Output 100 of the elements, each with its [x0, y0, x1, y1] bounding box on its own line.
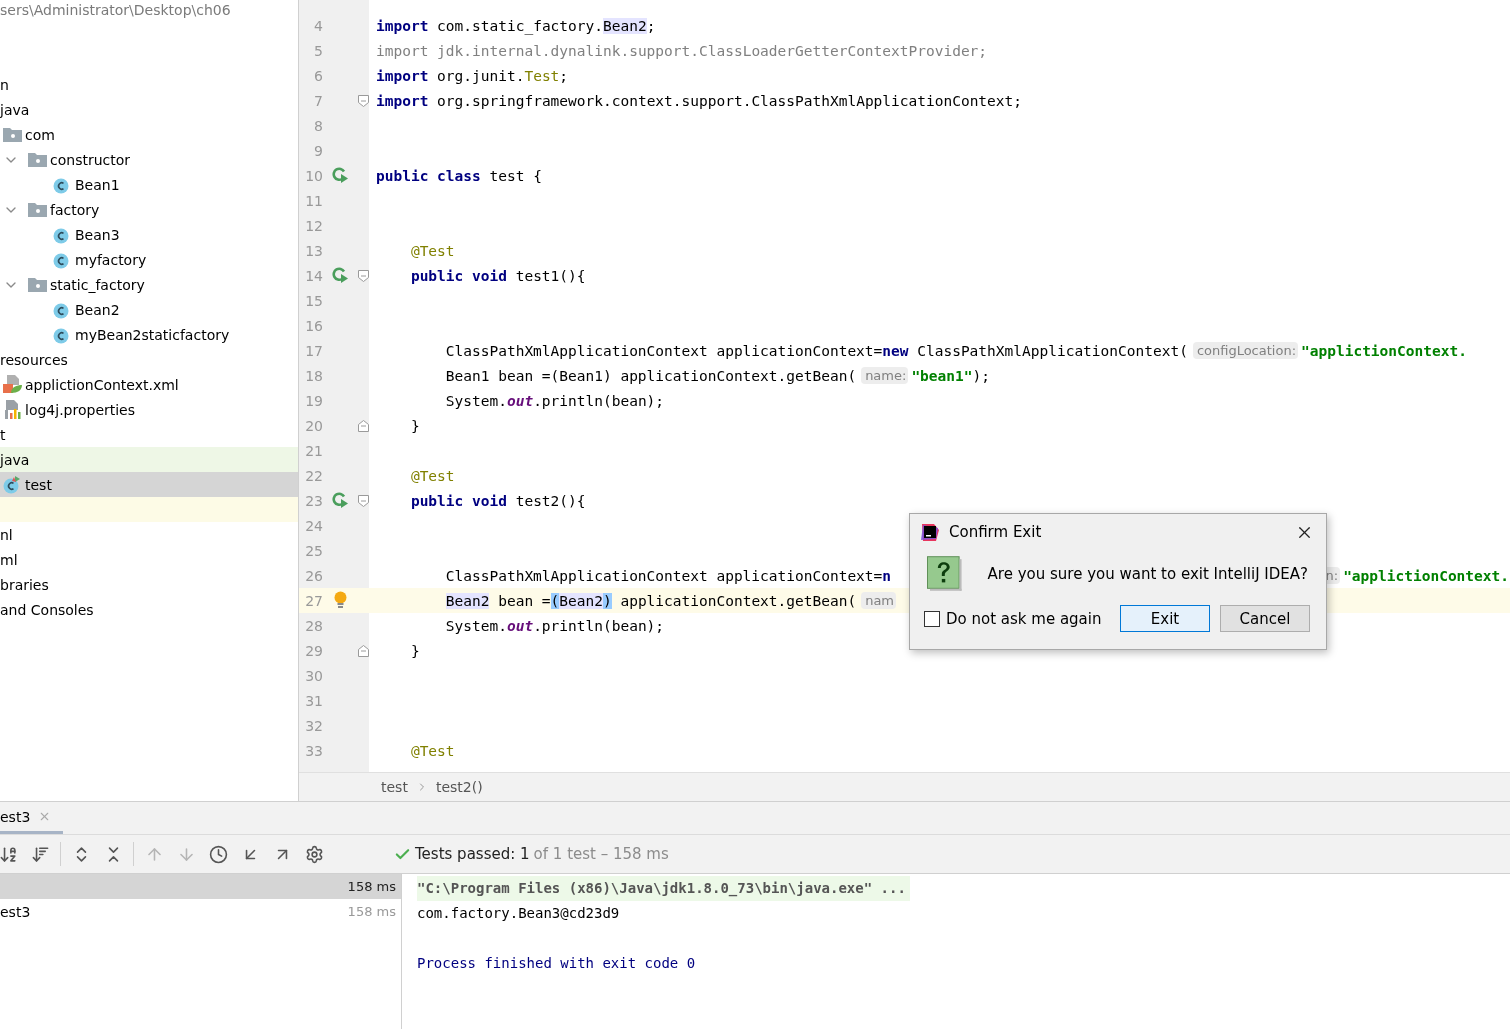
question-icon [927, 556, 962, 591]
fold-marker-icon[interactable] [357, 644, 369, 657]
tree-item[interactable]: nl [0, 522, 298, 547]
line-number: 22 [304, 467, 323, 484]
line-number: 23 [304, 492, 323, 509]
code-line: public class test { [375, 167, 542, 184]
code-line: Bean1 bean =(Bean1) applicationContext.getBean( name: "bean1"); [444, 367, 990, 384]
test-result-row[interactable]: 158 ms [0, 874, 401, 899]
code-line: System.out.println(bean); [444, 392, 665, 409]
code-line: import org.junit.Test; [375, 67, 569, 84]
tree-item[interactable]: test [0, 472, 298, 497]
line-number: 16 [304, 317, 323, 334]
dialog-button[interactable]: Cancel [1220, 605, 1310, 632]
tree-item[interactable]: myfactory [0, 247, 298, 272]
tree-item[interactable]: static_factory [0, 272, 298, 297]
tree-item[interactable]: factory [0, 197, 298, 222]
line-number: 28 [304, 617, 323, 634]
tree-item[interactable]: and Consoles [0, 597, 298, 622]
tree-item[interactable]: myBean2staticfactory [0, 322, 298, 347]
tree-item[interactable]: Bean3 [0, 222, 298, 247]
properties-file-icon [3, 400, 21, 419]
test-duration: 158 ms [347, 879, 396, 894]
tree-item[interactable]: t [0, 422, 298, 447]
tree-item[interactable]: ml [0, 547, 298, 572]
line-number: 26 [304, 567, 323, 584]
fold-marker-icon[interactable] [357, 269, 369, 282]
line-number: 25 [304, 542, 323, 559]
line-number: 12 [304, 217, 323, 234]
tree-item[interactable]: applictionContext.xml [0, 372, 298, 397]
project-path: sers\Administrator\Desktop\ch06 [0, 1, 232, 20]
code-line: @Test [409, 467, 455, 484]
line-number: 27 [304, 592, 323, 609]
line-number: 11 [304, 192, 323, 209]
run-icon[interactable] [331, 267, 349, 284]
code-line: ClassPathXmlApplicationContext applicationContext=new ClassPathXmlApplicationContext( configLocation: "applictionContext. [444, 342, 1468, 359]
line-number: 4 [313, 17, 323, 34]
dialog-button[interactable]: Exit [1120, 605, 1210, 632]
tree-item[interactable]: n [0, 72, 298, 97]
line-number: 13 [304, 242, 323, 259]
line-number: 29 [304, 642, 323, 659]
line-number: 8 [313, 117, 323, 134]
console-line: com.factory.Bean3@cd23d9 [417, 904, 620, 923]
xml-file-icon [3, 375, 23, 394]
test-result-row[interactable]: est3 158 ms [0, 899, 401, 924]
console-line: Process finished with exit code 0 [417, 954, 696, 973]
test-name: est3 [0, 903, 31, 920]
line-number: 9 [313, 142, 323, 159]
line-number: 30 [304, 667, 323, 684]
dialog-message: Are you sure you want to exit IntelliJ IDEA? [987, 564, 1308, 583]
code-line: @Test [409, 242, 455, 259]
do-not-ask-checkbox[interactable]: Do not ask me again [924, 609, 1110, 628]
code-line: import jdk.internal.dynalink.support.ClassLoaderGetterContextProvider; [375, 42, 988, 59]
line-number: 17 [304, 342, 323, 359]
line-number: 15 [304, 292, 323, 309]
run-icon[interactable] [331, 167, 349, 184]
tree-item[interactable]: braries [0, 572, 298, 597]
line-number: 14 [304, 267, 323, 284]
tree-item[interactable]: java [0, 97, 298, 122]
tree-item[interactable]: java [0, 447, 298, 472]
fold-marker-icon[interactable] [357, 494, 369, 507]
tree-item[interactable]: Bean2 [0, 297, 298, 322]
run-icon[interactable] [331, 492, 349, 509]
line-number: 10 [304, 167, 323, 184]
line-number: 5 [313, 42, 323, 59]
code-line: @Test [409, 742, 455, 759]
line-number: 20 [304, 417, 323, 434]
code-line: Bean2 bean =(Bean2) applicationContext.getBean( nam [369, 592, 899, 609]
breadcrumb[interactable]: test2() [435, 779, 483, 795]
code-line: } [409, 642, 420, 659]
line-number: 31 [304, 692, 323, 709]
folder-icon [3, 127, 22, 142]
dialog-title: Confirm Exit [949, 523, 1043, 541]
test-class-icon [3, 475, 21, 494]
tree-item[interactable]: constructor [0, 147, 298, 172]
test-summary: of 1 test – 158 ms [533, 845, 669, 863]
line-number: 18 [304, 367, 323, 384]
code-line: public void test1(){ [409, 267, 586, 284]
line-number: 19 [304, 392, 323, 409]
test-duration: 158 ms [347, 904, 396, 919]
fold-marker-icon[interactable] [357, 419, 369, 432]
fold-marker-icon[interactable] [357, 94, 369, 107]
tree-item[interactable]: com [0, 122, 298, 147]
folder-icon [28, 152, 47, 167]
tree-item[interactable]: Bean1 [0, 172, 298, 197]
line-number: 21 [304, 442, 323, 459]
code-line: public void test2(){ [409, 492, 586, 509]
line-number: 33 [304, 742, 323, 759]
tree-item[interactable]: log4j.properties [0, 397, 298, 422]
tests-passed-status: Tests passed: 1 [415, 845, 530, 863]
line-number: 7 [313, 92, 323, 109]
tree-item[interactable]: resources [0, 347, 298, 372]
line-number: 24 [304, 517, 323, 534]
app-logo-icon [920, 522, 940, 542]
breadcrumb[interactable]: test [381, 779, 408, 795]
code-line: import org.springframework.context.support.ClassPathXmlApplicationContext; [375, 92, 1022, 109]
line-number: 6 [313, 67, 323, 84]
code-line: import com.static_factory.Bean2; [375, 17, 656, 34]
folder-icon [28, 277, 47, 292]
lightbulb-icon[interactable] [333, 591, 347, 610]
code-line: System.out.println(bean); [444, 617, 665, 634]
